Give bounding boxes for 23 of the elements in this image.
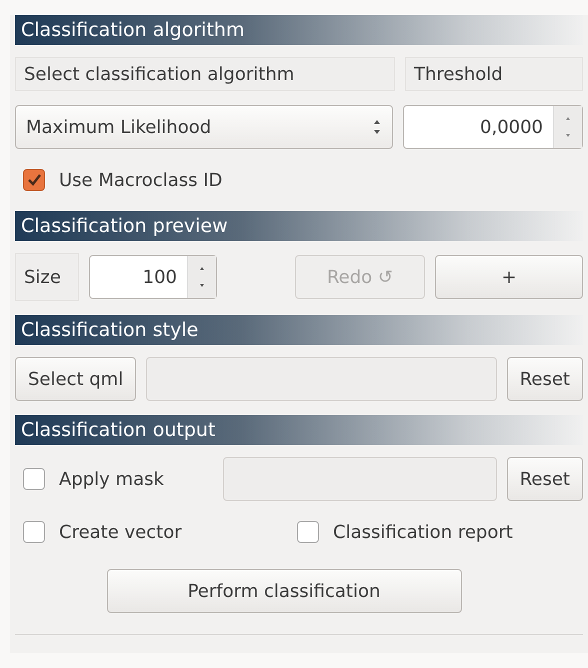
perform-classification-button[interactable]: Perform classification: [106, 569, 462, 613]
checkbox-label: Classification report: [333, 522, 513, 542]
threshold-label: Threshold: [405, 57, 583, 91]
reset-button[interactable]: Reset: [506, 457, 583, 501]
algorithm-dropdown[interactable]: Maximum Likelihood: [15, 105, 393, 149]
checkbox[interactable]: [23, 169, 45, 191]
qml-path-field[interactable]: [146, 357, 497, 401]
checkbox[interactable]: [297, 521, 319, 543]
checkbox-label: Create vector: [59, 522, 182, 542]
checkbox[interactable]: [23, 521, 45, 543]
threshold-spinbox[interactable]: 0,0000: [403, 105, 583, 149]
select-qml-button[interactable]: Select qml: [15, 357, 136, 401]
checkbox[interactable]: [23, 468, 45, 490]
reset-button[interactable]: Reset: [506, 357, 583, 401]
algorithm-label: Select classification algorithm: [15, 57, 395, 91]
size-spinbox[interactable]: 100: [89, 255, 217, 299]
check-mark-icon: [26, 172, 42, 188]
checkbox-label: Apply mask: [59, 468, 164, 490]
checkbox-label: Use Macroclass ID: [59, 170, 222, 190]
up-down-arrows-icon: [372, 118, 382, 136]
size-label: Size: [15, 253, 79, 301]
add-button[interactable]: +: [435, 255, 583, 299]
mask-path-field[interactable]: [223, 457, 497, 501]
